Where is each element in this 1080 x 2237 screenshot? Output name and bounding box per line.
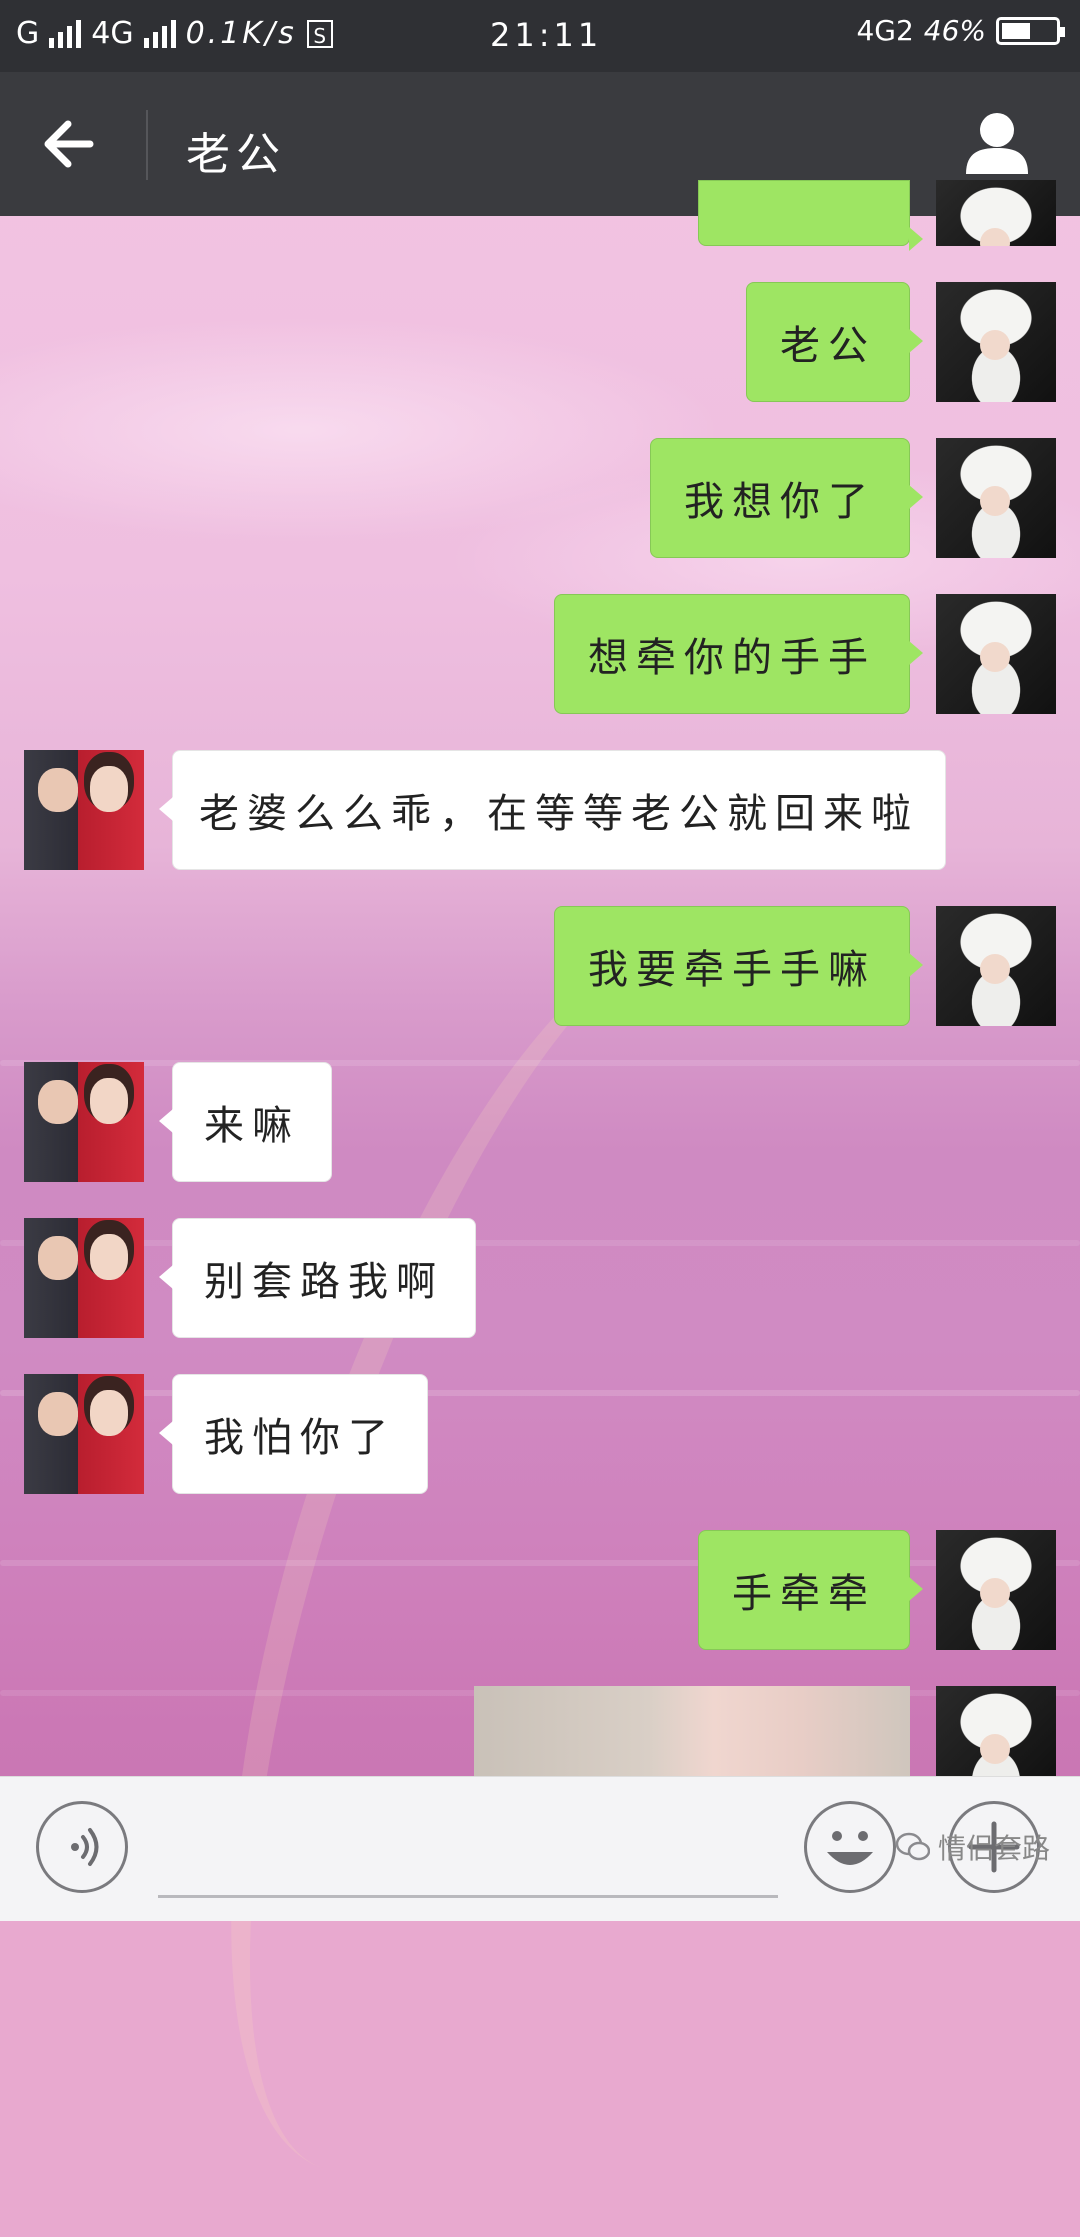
- emoji-icon: [827, 1831, 873, 1865]
- chat-header: 老公: [0, 72, 1080, 216]
- my-avatar[interactable]: [936, 282, 1056, 402]
- profile-button[interactable]: [962, 108, 1032, 180]
- header-divider: [146, 110, 148, 180]
- my-avatar[interactable]: [936, 1530, 1056, 1650]
- message-bubble-other[interactable]: 我怕你了: [159, 1374, 428, 1494]
- person-icon: [966, 113, 1028, 174]
- battery-percent: 46%: [923, 14, 986, 47]
- net-speed: 0.1K/s: [185, 16, 297, 51]
- emoji-button[interactable]: [804, 1801, 896, 1893]
- wechat-icon: [896, 1832, 930, 1861]
- background-wave: [0, 1390, 1080, 1396]
- network-type-label: 4G: [91, 16, 134, 51]
- status-left: G 4G 0.1K/s S: [16, 16, 333, 51]
- arrow-left-icon: [44, 120, 94, 168]
- message-bubble-partial[interactable]: [698, 180, 923, 251]
- message-input[interactable]: [158, 1895, 778, 1898]
- image-message[interactable]: [474, 1686, 910, 1776]
- message-bubble-other[interactable]: 别套路我啊: [159, 1218, 476, 1338]
- input-bar: 情侣套路: [0, 1776, 1080, 1921]
- network-indicator: 4G2: [856, 14, 914, 47]
- message-bubble-me[interactable]: 我想你了: [650, 438, 923, 558]
- background-wave: [0, 1560, 1080, 1566]
- my-avatar[interactable]: [936, 438, 1056, 558]
- my-avatar[interactable]: [936, 1686, 1056, 1776]
- watermark-text: 情侣套路: [938, 1832, 1051, 1865]
- s-icon: S: [306, 19, 333, 48]
- back-button[interactable]: [40, 112, 110, 176]
- message-bubble-me[interactable]: 手牵牵: [698, 1530, 923, 1650]
- carrier-label: G: [16, 16, 40, 51]
- watermark: 情侣套路: [896, 1827, 1050, 1867]
- contact-avatar[interactable]: [24, 750, 144, 870]
- message-bubble-me[interactable]: 我要牵手手嘛: [554, 906, 923, 1026]
- background-wave: [0, 1060, 1080, 1066]
- status-time: 21:11: [490, 16, 603, 54]
- battery-icon: [996, 16, 1065, 45]
- voice-button[interactable]: [36, 1801, 128, 1893]
- status-bar: G 4G 0.1K/s S 21:11 4G2 46%: [0, 0, 1080, 72]
- message-bubble-other[interactable]: 老婆么么乖，在等等老公就回来啦: [159, 750, 946, 870]
- status-right: 4G2 46%: [856, 14, 1065, 47]
- my-avatar[interactable]: [936, 594, 1056, 714]
- my-avatar[interactable]: [936, 906, 1056, 1026]
- my-avatar[interactable]: [936, 180, 1056, 246]
- chat-title: 老公: [186, 129, 286, 180]
- signal-icon: [49, 19, 82, 48]
- message-bubble-me[interactable]: 老公: [746, 282, 923, 402]
- contact-avatar[interactable]: [24, 1374, 144, 1494]
- message-bubble-me[interactable]: 想牵你的手手: [554, 594, 923, 714]
- message-bubble-other[interactable]: 来嘛: [159, 1062, 332, 1182]
- voice-icon: [71, 1828, 99, 1866]
- signal-icon: [143, 19, 176, 48]
- background-wave: [0, 1240, 1080, 1246]
- contact-avatar[interactable]: [24, 1062, 144, 1182]
- contact-avatar[interactable]: [24, 1218, 144, 1338]
